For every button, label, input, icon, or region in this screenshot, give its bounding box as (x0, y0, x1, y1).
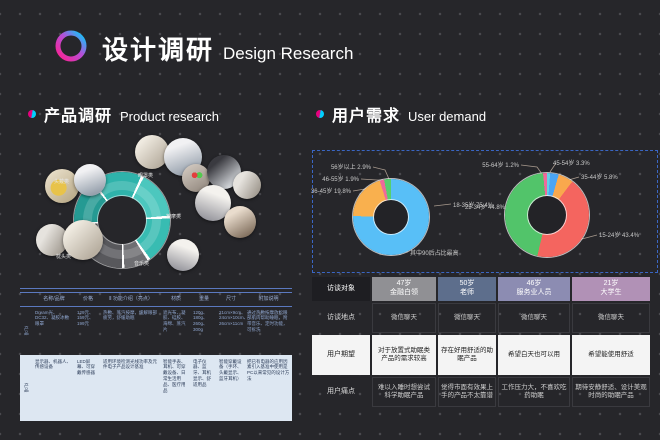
leader-line (434, 204, 451, 206)
section-user-title-zh: 用户需求 (332, 102, 400, 126)
interview-header-cell: 访谈对象 (312, 277, 370, 301)
donut-slice-label: 46-55岁 1.9% (322, 174, 359, 183)
page-title-en: Design Research (223, 44, 353, 64)
interview-table-cell: 微信聊天 (572, 303, 650, 333)
product-table-row: 产品Dream光、DC32、凝胶冰敷眼罩129元、159元、199元热敷、蒸汽按… (20, 307, 292, 355)
user-interview-table: 访谈对象47岁 金融白领50岁 老师46岁 服务业人员21岁 大学生 访谈地点微… (312, 277, 650, 409)
section-user-title-en: User demand (408, 109, 486, 124)
interview-row-label: 用户期望 (312, 335, 370, 375)
donut-slice-label: 其中90后占比最高 (410, 248, 459, 257)
product-table-side-label: 产品 (20, 355, 33, 421)
ring-segment-label: 头戴类 (54, 178, 69, 185)
ring-segment-label: 眼罩类 (138, 172, 153, 179)
product-table-header-cell: 名称/品牌 (33, 293, 75, 306)
interview-table-cell: 希望能使用舒适 (572, 335, 650, 375)
page-title-zh: 设计调研 (102, 30, 214, 67)
interview-table-cell: 存在好用舒适的助眠产品 (438, 335, 496, 375)
product-table-header-cell: 价格 (75, 293, 101, 306)
product-table-cell: 智能手表、耳机、可穿戴设备、日常生活用品、医疗用品 (161, 355, 191, 421)
product-table-cell: 遮光布、凝胶、硅胶、海绵、蒸汽片 (161, 307, 191, 355)
product-photo (167, 239, 199, 271)
product-table-cell: Dream光、DC32、凝胶冰敷眼罩 (33, 307, 75, 355)
product-table-corner (20, 293, 33, 306)
ring-segment-label: 按摩类 (166, 213, 181, 220)
section-product-title-zh: 产品调研 (44, 102, 112, 126)
section-user-demand: 用户需求 User demand (316, 102, 486, 126)
product-table-cell: 适用环境检测光线功率及元件电子产品设计基准 (101, 355, 161, 421)
product-table-cell: 智能穿戴设备（手环、头戴显示、蓝牙耳机） (217, 355, 245, 421)
interview-header-cell: 46岁 服务业人员 (498, 277, 570, 301)
interview-table-cell: 觉得市面有效果上手的产品不太靠谱 (438, 377, 496, 407)
product-table-header-cell: 材质 (161, 293, 191, 306)
product-table-cell: 129元、159元、199元 (75, 307, 101, 355)
interview-table-cell: 期待安静舒适、设计美观时尚的助眠产品 (572, 377, 650, 407)
donut-slice-label: 15-24岁 43.4% (599, 230, 639, 239)
donut-hole (374, 200, 408, 234)
donut-slice-label: 56岁以上 2.9% (331, 162, 371, 171)
donut-slice-label: 25-34岁 44.8% (465, 202, 505, 211)
slide: { "header": { "title_zh": "设计调研", "title… (0, 0, 660, 440)
product-table-header-cell: 附加说明 (245, 293, 292, 306)
product-table-cell: 通过热敷按摩放松眼部肌肉帮助睡眠，附带音乐、定时功能，可拆洗 (245, 307, 292, 355)
product-table-cell: LED屏幕、可穿戴传感器 (75, 355, 101, 421)
donut-slice-label: 45-54岁 3.3% (553, 158, 590, 167)
product-comparison-table: 名称/品牌价格Ⅱ 功能介绍（亮点）材质重量尺寸附加说明 产品Dream光、DC3… (20, 288, 292, 421)
interview-table-cell: 微信聊天 (372, 303, 436, 333)
ring-hole (98, 196, 146, 244)
donut-slice-label: 55-64岁 1.2% (482, 160, 519, 169)
interview-row-label: 访谈地点 (312, 303, 370, 333)
product-table-row: 产品显示器、机器人、传感设备LED屏幕、可穿戴传感器适用环境检测光线功率及元件电… (20, 355, 292, 421)
interview-table-cell: 对于放置式助眠类产品的需求较高 (372, 335, 436, 375)
donut-slice-label: 36-45岁 19.8% (311, 186, 351, 195)
interview-table-row: 访谈地点微信聊天微信聊天微信聊天微信聊天 (312, 303, 650, 333)
interview-header-cell: 21岁 大学生 (572, 277, 650, 301)
interview-table-cell: 希望白天也可以用 (498, 335, 570, 375)
interview-table-cell: 难以入睡时想尝试科学助眠产品 (372, 377, 436, 407)
ring-segment-label: 音乐类 (134, 260, 149, 267)
product-table-header-cell: 尺寸 (217, 293, 245, 306)
donut-chart-insomnia-age (353, 179, 429, 255)
interview-table-body: 访谈地点微信聊天微信聊天微信聊天微信聊天用户期望对于放置式助眠类产品的需求较高存… (312, 303, 650, 407)
interview-table-cell: 工作压力大，不喜欢吃药助眠 (498, 377, 570, 407)
title-bullet-icon (0, 26, 95, 66)
interview-header-cell: 47岁 金融白领 (372, 277, 436, 301)
product-table-header: 名称/品牌价格Ⅱ 功能介绍（亮点）材质重量尺寸附加说明 (20, 293, 292, 307)
product-table-cell: 21cm×9cm、24cm×10cm、26cm×11cm (217, 307, 245, 355)
product-table-cell: 把已有电器的应用因素引入基准中使用是PC以来常见的设计方法 (245, 355, 292, 421)
product-table-header-cell: 重量 (191, 293, 217, 306)
interview-table-row: 用户痛点难以入睡时想尝试科学助眠产品觉得市面有效果上手的产品不太靠谱工作压力大，… (312, 377, 650, 407)
product-photo (224, 206, 256, 238)
interview-table-cell: 微信聊天 (498, 303, 570, 333)
leader-line (373, 167, 389, 179)
ring-segment-label: 枕头类 (56, 253, 71, 260)
product-table-cell: 电子仪器、蓝牙、耳机显示、舒适用品 (191, 355, 217, 421)
interview-row-label: 用户痛点 (312, 377, 370, 407)
interview-table-cell: 微信聊天 (438, 303, 496, 333)
bullet-dot-icon (316, 110, 324, 118)
product-table-header-cell: Ⅱ 功能介绍（亮点） (101, 293, 161, 306)
bullet-dot-icon (28, 110, 36, 118)
interview-table-header: 访谈对象47岁 金融白领50岁 老师46岁 服务业人员21岁 大学生 (312, 277, 650, 301)
product-table-side-label: 产品 (20, 307, 33, 355)
product-table-cell: 热敷、蒸汽按摩，缓解眼部疲劳，舒缓助眠 (101, 307, 161, 355)
product-table-cell: 120g、180g、260g、300g (191, 307, 217, 355)
interview-table-row: 用户期望对于放置式助眠类产品的需求较高存在好用舒适的助眠产品希望白天也可以用希望… (312, 335, 650, 375)
interview-header-cell: 50岁 老师 (438, 277, 496, 301)
donut-slice-label: 35-44岁 5.8% (581, 172, 618, 181)
donut-hole (528, 196, 566, 234)
product-photo (74, 164, 106, 196)
section-product-title-en: Product research (120, 109, 219, 124)
product-table-cell: 显示器、机器人、传感设备 (33, 355, 75, 421)
donut-chart-user-age (505, 173, 589, 257)
product-photo (233, 171, 261, 199)
section-product-research: 产品调研 Product research (28, 102, 219, 126)
page-title: 设计调研 Design Research (102, 30, 353, 67)
user-demand-chart-panel: 56岁以上 2.9%46-55岁 1.9%36-45岁 19.8%18-35岁 … (312, 150, 658, 273)
